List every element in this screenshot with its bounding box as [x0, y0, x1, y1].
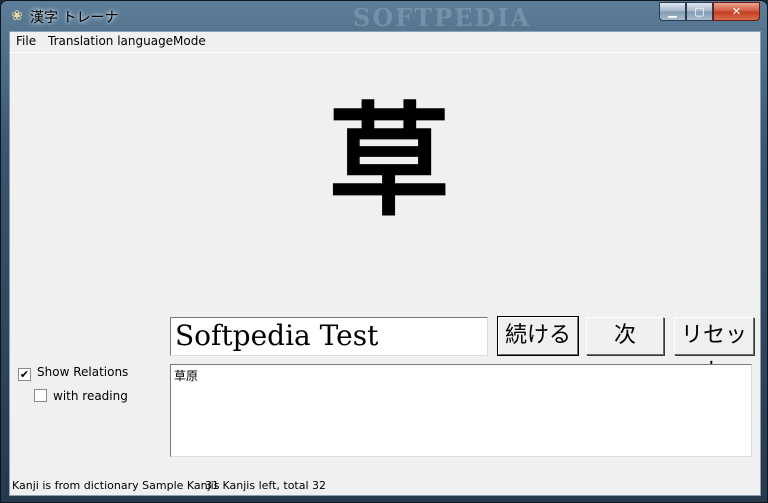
next-button[interactable]: 次: [586, 317, 664, 355]
menu-bar: File Translation language Mode: [10, 32, 760, 53]
window-title: 漢字 トレーナ: [30, 10, 119, 26]
status-dictionary: Kanji is from dictionary Sample Kanjis: [12, 479, 220, 492]
menu-translation-language[interactable]: Translation language: [48, 34, 173, 48]
show-relations-checkbox[interactable]: ✔ Show Relations: [18, 365, 128, 381]
checkbox-icon: [34, 389, 47, 402]
close-button[interactable]: ✕: [713, 2, 760, 21]
title-bar[interactable]: ❀ 漢字 トレーナ SOFTPEDIA ▁ ▢ ✕: [1, 1, 767, 32]
checkmark-icon: ✔: [18, 368, 31, 381]
client-area: File Translation language Mode 草 Softped…: [9, 31, 761, 496]
kanji-display: 草: [328, 89, 450, 233]
show-relations-label: Show Relations: [37, 365, 129, 379]
menu-mode[interactable]: Mode: [173, 34, 206, 48]
continue-button[interactable]: 続ける: [497, 316, 579, 356]
reset-button[interactable]: リセット: [674, 317, 754, 384]
status-counter: 31 Kanjis left, total 32: [205, 479, 327, 492]
with-reading-checkbox[interactable]: with reading: [34, 389, 128, 403]
app-window: ❀ 漢字 トレーナ SOFTPEDIA ▁ ▢ ✕ File Translati…: [0, 0, 768, 503]
relations-textbox[interactable]: 草原: [170, 364, 752, 457]
app-icon[interactable]: ❀: [9, 8, 25, 24]
watermark-logo: SOFTPEDIA: [353, 3, 532, 32]
with-reading-label: with reading: [53, 389, 128, 403]
maximize-button[interactable]: ▢: [686, 2, 713, 21]
menu-file[interactable]: File: [16, 34, 36, 48]
answer-input[interactable]: Softpedia Test: [170, 317, 488, 356]
minimize-button[interactable]: ▁: [659, 2, 686, 21]
